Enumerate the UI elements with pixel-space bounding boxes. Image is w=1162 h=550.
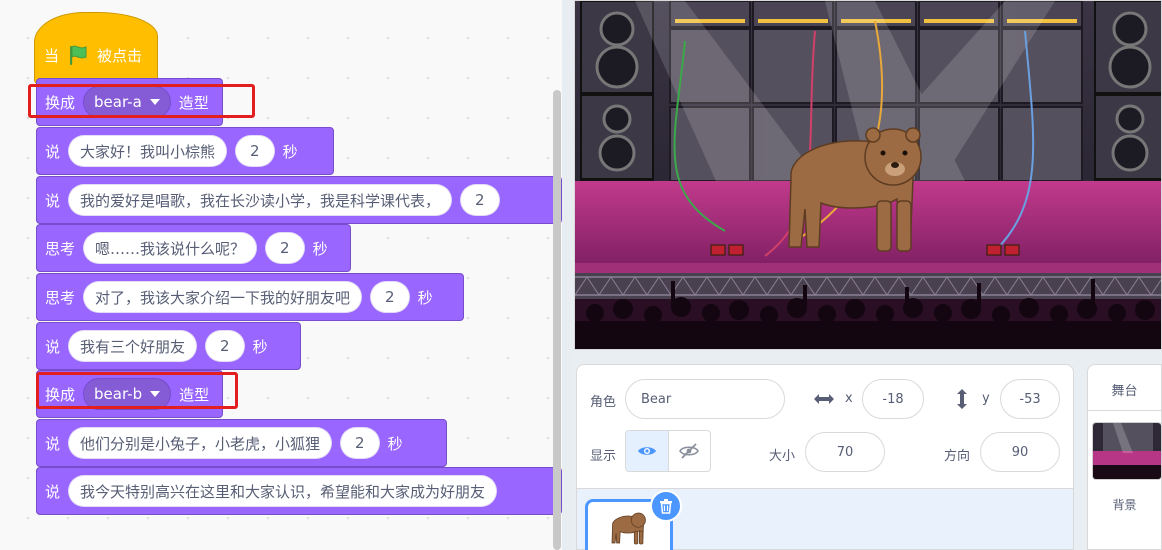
say-for-secs-block[interactable]: 说 大家好！我叫小棕熊 2 秒: [36, 127, 334, 175]
visibility-toggle: [625, 430, 711, 472]
hat-prefix: 当: [44, 46, 60, 65]
message-input[interactable]: 大家好！我叫小棕熊: [68, 135, 228, 167]
y-coordinate-field[interactable]: -53: [1000, 379, 1060, 419]
bear-thumbnail: [611, 512, 646, 545]
show-sprite-button[interactable]: [626, 431, 668, 471]
message-input[interactable]: 他们分别是小兔子，小老虎，小狐狸: [68, 427, 333, 459]
delete-sprite-button[interactable]: [650, 490, 682, 522]
block-suffix: 秒: [282, 142, 298, 161]
seconds-input[interactable]: 2: [205, 330, 245, 362]
eye-slash-icon: [679, 443, 700, 459]
x-label: x: [845, 391, 853, 406]
show-label: 显示: [590, 449, 617, 464]
say-for-secs-block[interactable]: 说 我有三个好朋友 2 秒: [36, 322, 301, 370]
block-label: 说: [45, 191, 61, 210]
sprite-name-field[interactable]: Bear: [625, 379, 785, 419]
highlight-box: [28, 84, 255, 118]
size-label: 大小: [769, 449, 796, 464]
block-label: 思考: [45, 239, 76, 258]
hat-suffix: 被点击: [97, 46, 143, 65]
say-for-secs-block[interactable]: 说 他们分别是小兔子，小老虎，小狐狸 2 秒: [36, 419, 447, 467]
say-for-secs-block[interactable]: 说 我的爱好是唱歌，我在长沙读小学，我是科学课代表， 2: [36, 176, 562, 224]
seconds-input[interactable]: 2: [340, 427, 380, 459]
backdrop-label: 背景: [1112, 498, 1137, 512]
stage-canvas[interactable]: [574, 0, 1162, 350]
seconds-input[interactable]: 2: [370, 281, 410, 313]
message-input[interactable]: 嗯……我该说什么呢？: [83, 232, 258, 264]
block-label: 说: [45, 337, 61, 356]
size-field[interactable]: 70: [805, 432, 885, 472]
direction-label: 方向: [944, 449, 971, 464]
x-coordinate-field[interactable]: -18: [862, 379, 924, 419]
sprite-label: 角色: [590, 395, 617, 410]
concert-thumbnail: [1093, 423, 1161, 479]
block-suffix: 秒: [387, 434, 403, 453]
vertical-arrows-icon: [952, 387, 972, 411]
code-area[interactable]: 当 被点击 换成 bear-a 造型 说 大家好！我叫小棕熊 2 秒 说 我的爱…: [0, 0, 562, 550]
block-suffix: 秒: [252, 337, 268, 356]
seconds-input[interactable]: 2: [460, 184, 500, 216]
think-for-secs-block[interactable]: 思考 嗯……我该说什么呢？ 2 秒: [36, 224, 351, 272]
block-suffix: 秒: [417, 288, 433, 307]
block-label: 说: [45, 434, 61, 453]
green-flag-icon: [67, 44, 89, 66]
backdrop-thumbnail[interactable]: [1092, 422, 1162, 480]
block-label: 思考: [45, 288, 76, 307]
stage-title: 舞台: [1111, 384, 1138, 399]
block-label: 说: [45, 482, 61, 501]
code-scrollbar[interactable]: [553, 90, 561, 550]
y-label: y: [982, 391, 990, 406]
seconds-input[interactable]: 2: [235, 135, 275, 167]
message-input[interactable]: 我的爱好是唱歌，我在长沙读小学，我是科学课代表，: [68, 184, 453, 216]
pane-divider: [562, 0, 574, 550]
seconds-input[interactable]: 2: [265, 232, 305, 264]
direction-field[interactable]: 90: [980, 432, 1060, 472]
hide-sprite-button[interactable]: [667, 431, 710, 471]
when-flag-clicked-content: 当 被点击: [44, 42, 142, 68]
say-block[interactable]: 说 我今天特别高兴在这里和大家认识，希望能和大家成为好朋友: [36, 467, 562, 515]
message-input[interactable]: 我今天特别高兴在这里和大家认识，希望能和大家成为好朋友: [68, 475, 498, 507]
eye-icon: [637, 447, 656, 455]
horizontal-arrows-icon: [812, 389, 836, 409]
message-input[interactable]: 我有三个好朋友: [68, 330, 198, 362]
trash-icon: [660, 499, 672, 514]
think-for-secs-block[interactable]: 思考 对了，我该大家介绍一下我的好朋友吧 2 秒: [36, 273, 464, 321]
highlight-box: [36, 372, 238, 409]
divider: [1087, 410, 1162, 411]
message-input[interactable]: 对了，我该大家介绍一下我的好朋友吧: [83, 281, 363, 313]
block-label: 说: [45, 142, 61, 161]
block-suffix: 秒: [312, 239, 328, 258]
bear-sprite[interactable]: [771, 117, 941, 267]
